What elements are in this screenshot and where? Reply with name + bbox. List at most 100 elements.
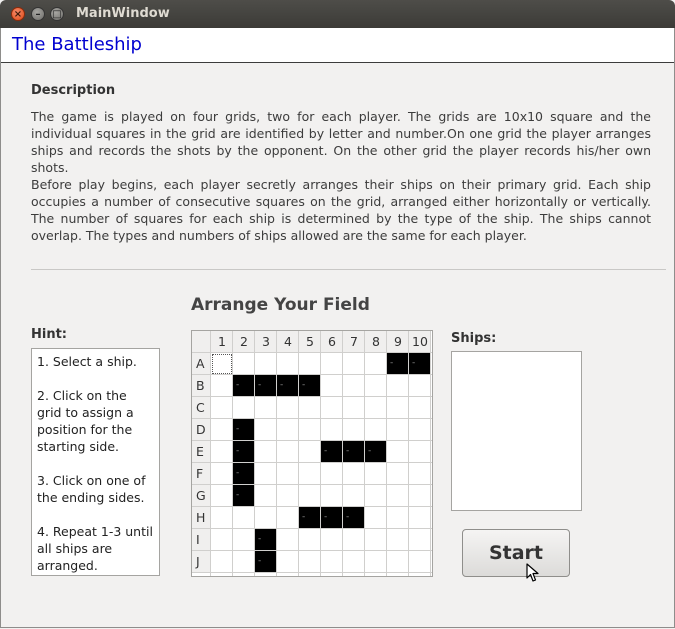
grid-cell[interactable] xyxy=(233,529,255,551)
grid-cell[interactable] xyxy=(321,353,343,375)
grid-cell[interactable] xyxy=(277,463,299,485)
grid-cell[interactable] xyxy=(387,529,409,551)
grid-cell[interactable] xyxy=(277,441,299,463)
grid-cell[interactable] xyxy=(387,441,409,463)
grid-cell[interactable] xyxy=(409,529,431,551)
grid-cell[interactable] xyxy=(365,419,387,441)
grid-cell[interactable] xyxy=(387,375,409,397)
grid-cell[interactable] xyxy=(255,353,277,375)
grid-cell[interactable] xyxy=(387,507,409,529)
grid-cell[interactable] xyxy=(365,397,387,419)
grid-cell[interactable] xyxy=(321,463,343,485)
grid-cell[interactable] xyxy=(409,419,431,441)
grid-cell[interactable] xyxy=(387,463,409,485)
grid-cell[interactable] xyxy=(255,507,277,529)
grid-cell[interactable] xyxy=(409,507,431,529)
grid-cell-ship[interactable]: - xyxy=(343,507,365,529)
grid-cell[interactable] xyxy=(365,375,387,397)
grid-cell[interactable] xyxy=(365,507,387,529)
grid-cell[interactable] xyxy=(343,463,365,485)
grid-cell-ship[interactable]: - xyxy=(255,375,277,397)
minimize-icon[interactable]: – xyxy=(31,7,45,21)
grid-cell[interactable] xyxy=(409,485,431,507)
grid-cell[interactable] xyxy=(233,353,255,375)
grid-cell[interactable] xyxy=(211,353,233,375)
grid-cell[interactable] xyxy=(211,463,233,485)
grid-cell[interactable] xyxy=(409,551,431,573)
grid-cell[interactable] xyxy=(299,397,321,419)
grid-cell[interactable] xyxy=(277,419,299,441)
grid-cell[interactable] xyxy=(343,375,365,397)
grid-cell[interactable] xyxy=(343,529,365,551)
grid-cell[interactable] xyxy=(211,507,233,529)
grid-cell[interactable] xyxy=(233,507,255,529)
grid-cell[interactable] xyxy=(365,463,387,485)
grid-cell[interactable] xyxy=(409,463,431,485)
maximize-icon[interactable]: □ xyxy=(50,7,64,21)
grid-cell[interactable] xyxy=(211,551,233,573)
grid-cell[interactable] xyxy=(343,353,365,375)
grid-cell[interactable] xyxy=(409,397,431,419)
grid-cell-ship[interactable]: - xyxy=(387,353,409,375)
grid-cell-ship[interactable]: - xyxy=(233,375,255,397)
grid-cell[interactable] xyxy=(299,485,321,507)
grid-cell[interactable] xyxy=(277,397,299,419)
grid-cell[interactable] xyxy=(277,353,299,375)
grid-cell[interactable] xyxy=(299,463,321,485)
grid-cell[interactable] xyxy=(299,441,321,463)
grid-cell[interactable] xyxy=(255,463,277,485)
grid-cell[interactable] xyxy=(211,441,233,463)
grid-cell[interactable] xyxy=(343,419,365,441)
grid-cell-ship[interactable]: - xyxy=(277,375,299,397)
grid-cell[interactable] xyxy=(299,551,321,573)
grid-cell[interactable] xyxy=(277,507,299,529)
grid-cell[interactable] xyxy=(321,375,343,397)
grid-cell[interactable] xyxy=(211,397,233,419)
grid-cell[interactable] xyxy=(277,529,299,551)
grid-cell[interactable] xyxy=(387,485,409,507)
grid-cell[interactable] xyxy=(299,419,321,441)
grid-cell[interactable] xyxy=(211,419,233,441)
grid-cell[interactable] xyxy=(365,529,387,551)
start-button[interactable]: Start xyxy=(462,529,570,577)
grid-cell[interactable] xyxy=(409,375,431,397)
grid-cell[interactable] xyxy=(255,485,277,507)
grid-cell[interactable] xyxy=(343,485,365,507)
grid-cell-ship[interactable]: - xyxy=(343,441,365,463)
grid-cell[interactable] xyxy=(321,529,343,551)
grid-cell[interactable] xyxy=(321,419,343,441)
grid-cell[interactable] xyxy=(255,419,277,441)
grid-cell-ship[interactable]: - xyxy=(299,507,321,529)
grid-cell-ship[interactable]: - xyxy=(233,441,255,463)
grid-cell-ship[interactable]: - xyxy=(299,375,321,397)
grid-cell[interactable] xyxy=(299,353,321,375)
grid-cell[interactable] xyxy=(365,551,387,573)
grid-cell[interactable] xyxy=(343,551,365,573)
grid-cell[interactable] xyxy=(211,485,233,507)
grid-cell[interactable] xyxy=(321,551,343,573)
grid-cell[interactable] xyxy=(211,529,233,551)
grid-cell-ship[interactable]: - xyxy=(255,551,277,573)
grid-cell[interactable] xyxy=(365,353,387,375)
grid-cell-ship[interactable]: - xyxy=(233,419,255,441)
grid-cell[interactable] xyxy=(277,485,299,507)
grid-cell[interactable] xyxy=(255,397,277,419)
grid-cell[interactable] xyxy=(343,397,365,419)
grid-cell-ship[interactable]: - xyxy=(365,441,387,463)
grid-cell[interactable] xyxy=(409,441,431,463)
grid-cell-ship[interactable]: - xyxy=(233,463,255,485)
field-grid[interactable]: 1 2 3 4 5 6 7 8 9 10 A - - B - - - - C D - E - - - - F - G - H - - - I - J - xyxy=(191,330,433,577)
grid-cell[interactable] xyxy=(299,529,321,551)
grid-cell[interactable] xyxy=(387,397,409,419)
grid-cell-ship[interactable]: - xyxy=(321,507,343,529)
grid-cell[interactable] xyxy=(365,485,387,507)
grid-cell[interactable] xyxy=(277,551,299,573)
grid-cell-ship[interactable]: - xyxy=(255,529,277,551)
close-icon[interactable]: × xyxy=(11,7,25,21)
grid-cell[interactable] xyxy=(387,419,409,441)
grid-cell-ship[interactable]: - xyxy=(233,485,255,507)
grid-cell[interactable] xyxy=(387,551,409,573)
grid-cell[interactable] xyxy=(233,397,255,419)
grid-cell[interactable] xyxy=(255,441,277,463)
grid-cell[interactable] xyxy=(321,397,343,419)
